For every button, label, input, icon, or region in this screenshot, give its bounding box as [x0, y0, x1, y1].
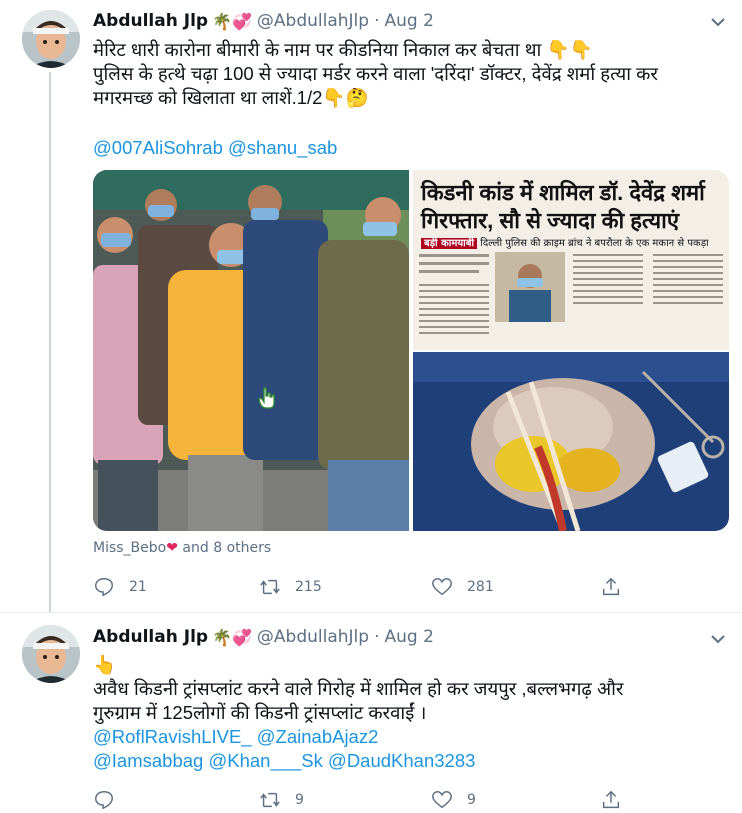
liker-others[interactable]: and 8 others: [182, 540, 271, 556]
news-headline-1: किडनी कांड में शामिल डॉ. देवेंद्र शर्मा: [421, 180, 705, 205]
tweet-media[interactable]: किडनी कांड में शामिल डॉ. देवेंद्र शर्मा …: [93, 170, 729, 531]
thread-connector-line: [49, 72, 51, 612]
photo-arrest[interactable]: [93, 170, 409, 531]
tweet-text-line: मगरमच्छ को खिलाता था लाशें.1/2👇🤔: [93, 87, 369, 108]
separator-dot: ·: [374, 627, 380, 647]
author-name[interactable]: Abdullah Jlp: [93, 627, 208, 647]
retweet-icon: [260, 792, 280, 808]
like-button[interactable]: 281: [431, 575, 494, 599]
tweet-header: Abdullah Jlp 🌴💞 @AbdullahJlp · Aug 2: [93, 625, 434, 649]
liker-name[interactable]: Miss_Bebo: [93, 540, 166, 556]
tweet-mentions[interactable]: @RoflRavishLIVE_ @ZainabAjaz2 @Iamsabbag…: [93, 725, 723, 773]
author-name[interactable]: Abdullah Jlp: [93, 11, 208, 31]
tweet-text-line: गुरुग्राम में 125लोगों की किडनी ट्रांसप्…: [93, 702, 427, 723]
tweet-mentions[interactable]: @007AliSohrab @shanu_sab: [93, 136, 723, 160]
tweet-2[interactable]: Abdullah Jlp 🌴💞 @AbdullahJlp · Aug 2 👆 अ…: [0, 612, 742, 813]
liked-by[interactable]: Miss_Bebo❤ and 8 others: [93, 540, 271, 556]
avatar[interactable]: [22, 625, 80, 683]
author-name-emoji: 🌴💞: [212, 627, 252, 647]
like-icon: [432, 791, 452, 809]
reply-button[interactable]: 21: [93, 575, 147, 599]
avatar[interactable]: [22, 10, 80, 68]
mention-links[interactable]: @Iamsabbag @Khan___Sk @DaudKhan3283: [93, 749, 723, 773]
tweet-date[interactable]: Aug 2: [384, 11, 433, 31]
tweet-text-line: अवैध किडनी ट्रांसप्लांट करने वाले गिरोह …: [93, 678, 624, 699]
share-icon: [602, 790, 620, 809]
photo-newspaper-clipping[interactable]: किडनी कांड में शामिल डॉ. देवेंद्र शर्मा …: [413, 170, 729, 350]
tweet-text-line: पुलिस के हत्थे चढ़ा 100 से ज्यादा मर्डर …: [93, 63, 658, 84]
news-headline-2: गिरफ्तार, सौ से ज्यादा की हत्याएं: [421, 208, 679, 233]
heart-icon: ❤: [166, 540, 178, 556]
author-name-emoji: 🌴💞: [212, 11, 252, 31]
like-button[interactable]: 9: [431, 788, 476, 812]
mention-links[interactable]: @007AliSohrab @shanu_sab: [93, 136, 723, 160]
share-button[interactable]: [600, 575, 622, 599]
reply-count: 21: [129, 579, 147, 595]
retweet-count: 215: [295, 579, 322, 595]
tweet-actions: 21 215 281: [93, 575, 633, 599]
hand-cursor-icon: [258, 387, 276, 413]
tweet-actions: 9 9: [93, 788, 633, 812]
tweet-text: मेरिट धारी कारोना बीमारी के नाम पर कीडनि…: [93, 38, 723, 110]
like-count: 281: [467, 579, 494, 595]
tweet-text-line: 👆: [93, 654, 117, 675]
tweet-text-line: मेरिट धारी कारोना बीमारी के नाम पर कीडनि…: [93, 39, 593, 60]
reply-icon: [95, 578, 113, 597]
author-handle[interactable]: @AbdullahJlp: [257, 11, 369, 31]
news-tag: बड़ी कामयाबी: [421, 238, 478, 249]
news-sub-text: दिल्ली पुलिस की क्राइम ब्रांच ने बपरौला …: [480, 238, 709, 249]
share-icon: [602, 577, 620, 596]
tweet-text: 👆 अवैध किडनी ट्रांसप्लांट करने वाले गिरो…: [93, 653, 723, 725]
reply-button[interactable]: [93, 788, 129, 812]
like-count: 9: [467, 792, 476, 808]
retweet-button[interactable]: 215: [259, 575, 322, 599]
news-subheadline: बड़ी कामयाबी दिल्ली पुलिस की क्राइम ब्रा…: [421, 235, 709, 249]
like-icon: [432, 578, 452, 596]
chevron-down-icon[interactable]: [710, 631, 726, 645]
separator-dot: ·: [374, 11, 380, 31]
tweet-1[interactable]: Abdullah Jlp 🌴💞 @AbdullahJlp · Aug 2 मेर…: [0, 0, 742, 612]
photo-surgery[interactable]: [413, 352, 729, 531]
tweet-header: Abdullah Jlp 🌴💞 @AbdullahJlp · Aug 2: [93, 9, 434, 33]
retweet-count: 9: [295, 792, 304, 808]
chevron-down-icon[interactable]: [710, 14, 726, 28]
tweet-date[interactable]: Aug 2: [384, 627, 433, 647]
retweet-icon: [260, 579, 280, 595]
mention-links[interactable]: @RoflRavishLIVE_ @ZainabAjaz2: [93, 725, 723, 749]
author-handle[interactable]: @AbdullahJlp: [257, 627, 369, 647]
retweet-button[interactable]: 9: [259, 788, 304, 812]
share-button[interactable]: [600, 788, 622, 812]
reply-icon: [95, 791, 113, 810]
